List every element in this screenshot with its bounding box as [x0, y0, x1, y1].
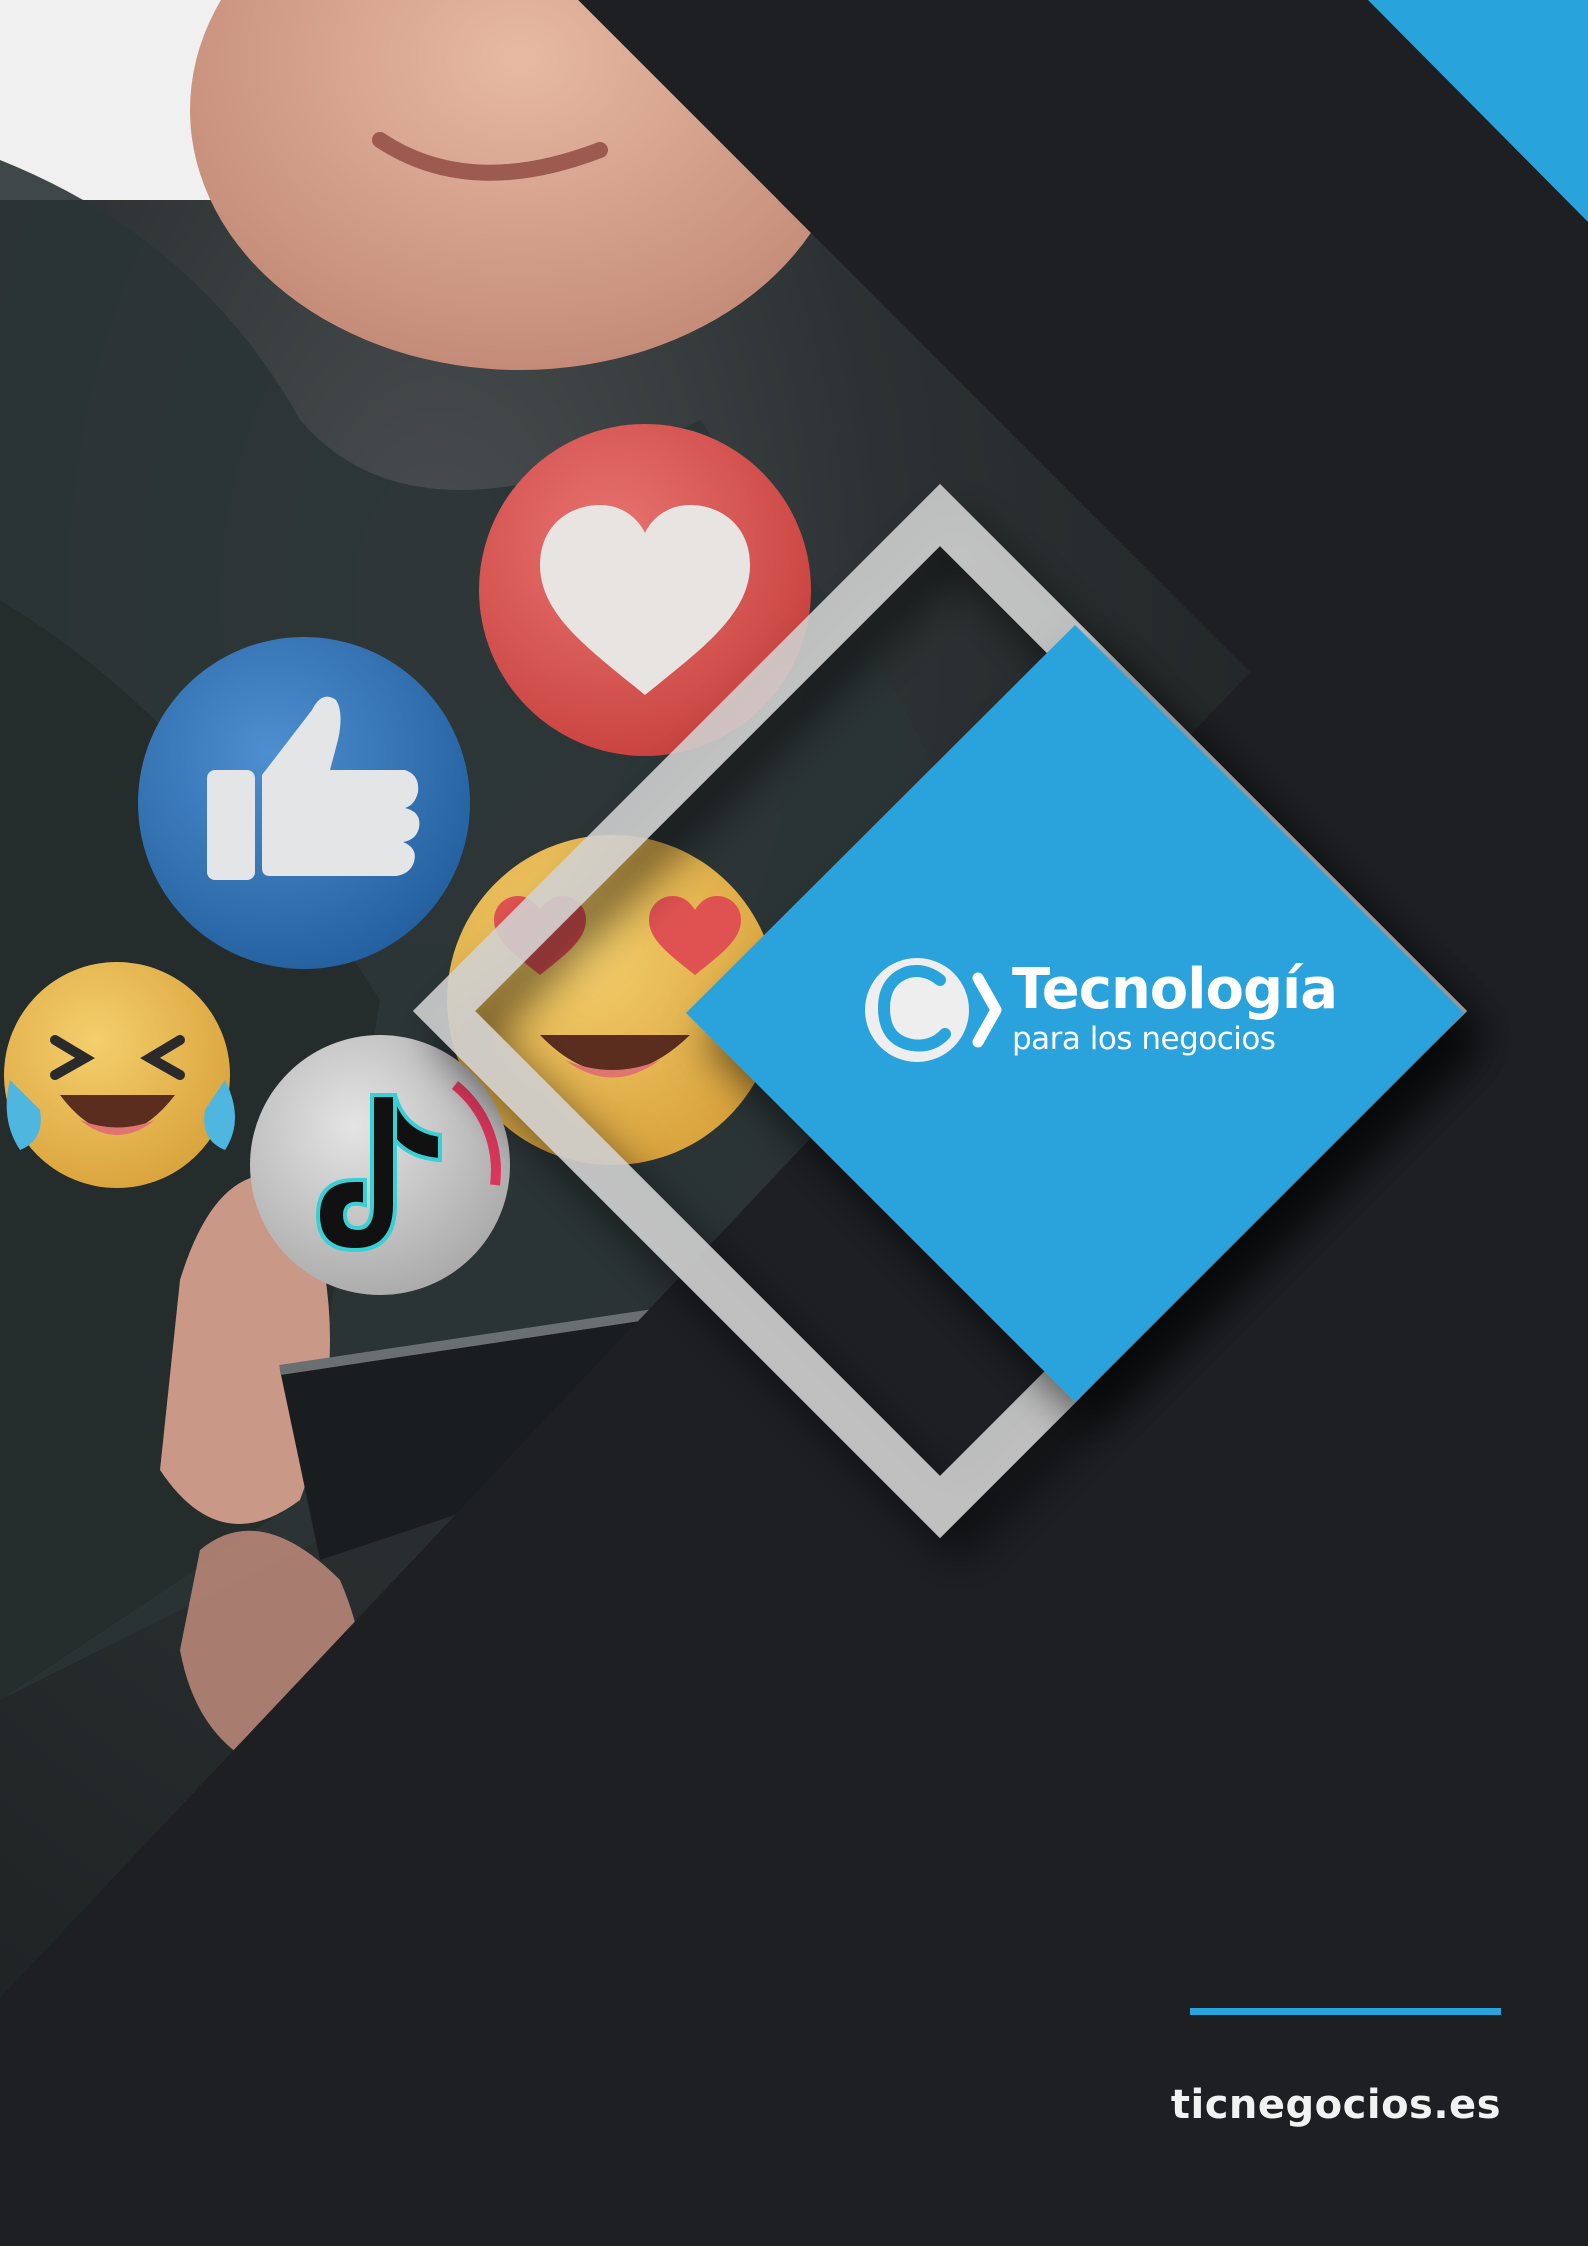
cover-artwork — [0, 0, 1588, 1998]
brand-name: Tecnología — [1012, 957, 1338, 1022]
corner-accent — [1368, 0, 1588, 222]
brand-wordmark: Tecnología para los negocios — [1012, 957, 1338, 1057]
footer-divider — [1190, 2008, 1501, 2015]
thumbs-up-reaction-icon — [138, 637, 470, 969]
tiktok-logo-icon — [250, 1035, 510, 1295]
cover-page: Tecnología para los negocios ticnegocios… — [0, 0, 1588, 2246]
website-url[interactable]: ticnegocios.es — [1171, 2082, 1501, 2128]
brand-tagline: para los negocios — [1012, 1021, 1276, 1057]
